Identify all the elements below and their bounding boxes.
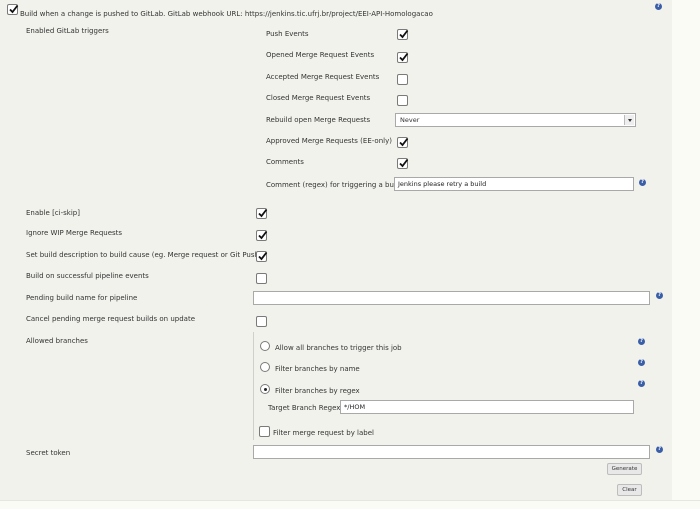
help-icon[interactable]: ? [656, 446, 663, 453]
push-events-label: Push Events [266, 30, 309, 38]
build-on-pipeline-label: Build on successful pipeline events [26, 272, 149, 280]
target-branch-regex-label: Target Branch Regex [268, 404, 341, 412]
filter-by-regex-label: Filter branches by regex [275, 387, 360, 395]
set-build-description-checkbox[interactable] [256, 251, 268, 262]
filter-by-regex-radio[interactable] [260, 384, 270, 394]
accepted-mr-checkbox[interactable] [397, 74, 408, 85]
approved-mr-checkbox[interactable] [397, 137, 409, 148]
pending-build-name-label: Pending build name for pipeline [26, 294, 138, 302]
help-icon[interactable]: ? [638, 359, 645, 366]
allow-all-branches-radio[interactable] [260, 341, 270, 351]
help-icon[interactable]: ? [638, 338, 645, 345]
set-build-description-label: Set build description to build cause (eg… [26, 251, 264, 259]
radio-selected-dot [263, 387, 267, 391]
rebuild-open-mr-label: Rebuild open Merge Requests [266, 116, 371, 124]
allow-all-branches-label: Allow all branches to trigger this job [275, 344, 402, 352]
help-icon[interactable]: ? [655, 3, 662, 10]
filter-by-name-label: Filter branches by name [275, 365, 360, 373]
enabled-triggers-label: Enabled GitLab triggers [26, 27, 109, 35]
filter-by-name-radio[interactable] [260, 362, 270, 372]
ci-skip-checkbox[interactable] [256, 208, 268, 219]
right-gutter [672, 0, 700, 500]
opened-mr-label: Opened Merge Request Events [266, 51, 375, 59]
push-events-checkbox[interactable] [397, 29, 409, 40]
filter-by-label-label: Filter merge request by label [273, 429, 374, 437]
cancel-pending-checkbox[interactable] [256, 316, 267, 327]
rebuild-open-mr-value: Never [400, 116, 420, 124]
closed-mr-checkbox[interactable] [397, 95, 408, 106]
branches-divider [253, 332, 254, 440]
build-on-push-checkbox[interactable] [7, 4, 19, 15]
generate-button[interactable]: Generate [607, 463, 642, 475]
ci-skip-label: Enable [ci-skip] [26, 209, 80, 217]
filter-by-label-checkbox[interactable] [259, 426, 270, 437]
secret-token-label: Secret token [26, 449, 71, 457]
closed-mr-label: Closed Merge Request Events [266, 94, 371, 102]
accepted-mr-label: Accepted Merge Request Events [266, 73, 380, 81]
comment-regex-input[interactable]: Jenkins please retry a build [394, 177, 634, 191]
chevron-down-icon [624, 115, 634, 125]
rebuild-open-mr-select[interactable]: Never [395, 113, 636, 127]
opened-mr-checkbox[interactable] [397, 52, 409, 63]
comment-regex-label: Comment (regex) for triggering a build [266, 181, 403, 189]
cancel-pending-label: Cancel pending merge request builds on u… [26, 315, 196, 323]
target-branch-regex-input[interactable]: */HOM [340, 400, 634, 414]
help-icon[interactable]: ? [639, 179, 646, 186]
ignore-wip-label: Ignore WIP Merge Requests [26, 229, 123, 237]
pending-build-name-input[interactable] [253, 291, 650, 305]
secret-token-input[interactable] [253, 445, 650, 459]
comments-label: Comments [266, 158, 304, 166]
allowed-branches-label: Allowed branches [26, 337, 88, 345]
build-on-pipeline-checkbox[interactable] [256, 273, 267, 284]
clear-button[interactable]: Clear [617, 484, 642, 496]
build-on-push-label: Build when a change is pushed to GitLab.… [20, 10, 433, 18]
help-icon[interactable]: ? [656, 292, 663, 299]
approved-mr-label: Approved Merge Requests (EE-only) [266, 137, 392, 145]
help-icon[interactable]: ? [638, 380, 645, 387]
ignore-wip-checkbox[interactable] [256, 230, 268, 241]
comments-checkbox[interactable] [397, 158, 409, 169]
